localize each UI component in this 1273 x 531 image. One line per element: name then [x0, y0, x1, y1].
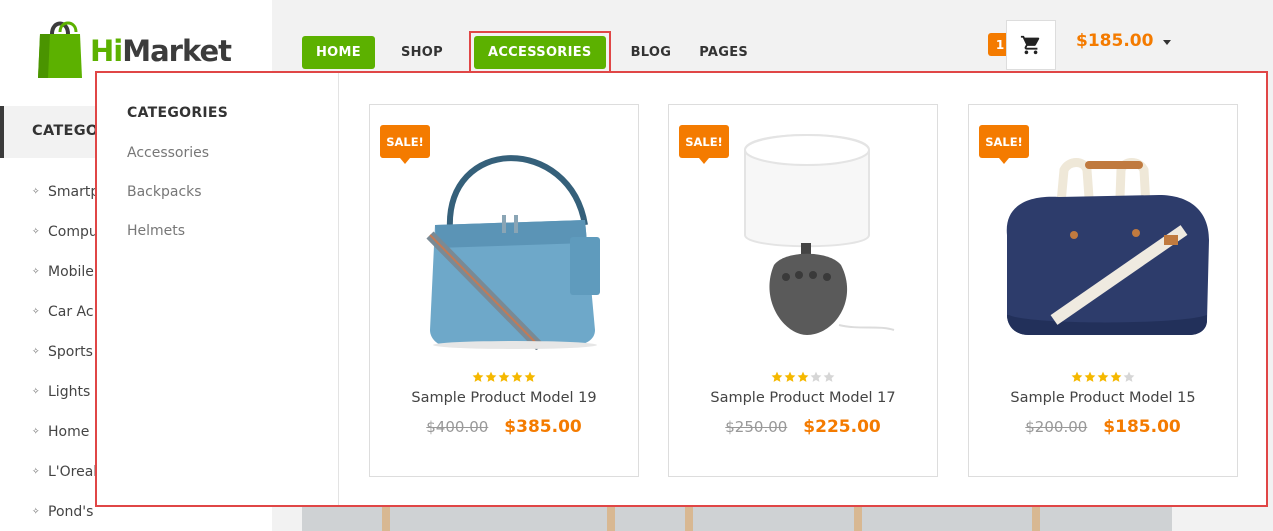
banner-decor — [854, 507, 862, 531]
mega-menu-categories: CATEGORIES Accessories Backpacks Helmets — [97, 73, 339, 505]
categories-header-label: CATEGO — [32, 123, 99, 139]
star-icon — [771, 371, 783, 382]
star-icon — [472, 371, 484, 382]
bullet-icon: ✧ — [32, 507, 40, 517]
banner-decor — [685, 507, 693, 531]
logo-text: HiMarket — [90, 34, 232, 68]
cart-button[interactable] — [1006, 20, 1056, 70]
mega-link-helmets[interactable]: Helmets — [127, 223, 209, 262]
product-card[interactable]: SALE! Sample Product Model 17 $250.00 $2… — [668, 104, 938, 477]
old-price: $200.00 — [1025, 418, 1088, 436]
bullet-icon: ✧ — [32, 307, 40, 317]
nav-accessories-highlight: ACCESSORIES — [468, 31, 611, 73]
bullet-icon: ✧ — [32, 267, 40, 277]
table-lamp-image[interactable] — [689, 125, 919, 350]
product-name[interactable]: Sample Product Model 19 — [370, 390, 638, 406]
product-name[interactable]: Sample Product Model 17 — [669, 390, 937, 406]
chevron-down-icon[interactable] — [1163, 40, 1171, 45]
bullet-icon: ✧ — [32, 347, 40, 357]
bullet-icon: ✧ — [32, 427, 40, 437]
star-icon — [511, 371, 523, 382]
banner-decor — [607, 507, 615, 531]
sale-price: $185.00 — [1103, 417, 1181, 437]
old-price: $400.00 — [426, 418, 489, 436]
mega-link-backpacks[interactable]: Backpacks — [127, 184, 209, 223]
banner-decor — [1032, 507, 1040, 531]
bullet-icon: ✧ — [32, 387, 40, 397]
rating-stars — [370, 371, 638, 383]
star-icon — [797, 371, 809, 382]
accessories-mega-menu: CATEGORIES Accessories Backpacks Helmets… — [95, 71, 1268, 507]
nav-blog[interactable]: BLOG — [629, 36, 674, 69]
product-card[interactable]: SALE! Sample Product Model 19 $400.00 $3… — [369, 104, 639, 477]
star-icon — [810, 371, 822, 382]
nav-shop[interactable]: SHOP — [399, 36, 445, 69]
product-card[interactable]: SALE! Sample Product Model 15 $200.00 $1… — [968, 104, 1238, 477]
star-icon — [524, 371, 536, 382]
nav-home[interactable]: HOME — [302, 35, 375, 69]
star-icon — [1084, 371, 1096, 382]
sale-badge: SALE! — [979, 125, 1029, 164]
star-icon — [784, 371, 796, 382]
sale-price: $385.00 — [504, 417, 582, 437]
bullet-icon: ✧ — [32, 467, 40, 477]
star-icon — [1110, 371, 1122, 382]
hero-banner — [302, 507, 1172, 531]
cart-total[interactable]: $185.00 — [1076, 31, 1153, 51]
mega-menu-title: CATEGORIES — [127, 105, 229, 121]
rating-stars — [969, 371, 1237, 383]
banner-decor — [382, 507, 390, 531]
rating-stars — [669, 371, 937, 383]
blue-handbag-image[interactable] — [390, 125, 620, 350]
product-prices: $400.00 $385.00 — [370, 417, 638, 437]
old-price: $250.00 — [725, 418, 788, 436]
product-name[interactable]: Sample Product Model 15 — [969, 390, 1237, 406]
nav-pages[interactable]: PAGES — [697, 36, 750, 69]
site-logo[interactable]: HiMarket — [36, 16, 232, 78]
bullet-icon: ✧ — [32, 187, 40, 197]
star-icon — [1071, 371, 1083, 382]
sale-badge: SALE! — [380, 125, 430, 164]
star-icon — [498, 371, 510, 382]
nav-accessories[interactable]: ACCESSORIES — [473, 35, 606, 69]
star-icon — [1097, 371, 1109, 382]
main-nav: HOME SHOP ACCESSORIES BLOG PAGES — [302, 31, 774, 73]
mega-menu-links: Accessories Backpacks Helmets — [127, 145, 209, 262]
product-prices: $250.00 $225.00 — [669, 417, 937, 437]
product-prices: $200.00 $185.00 — [969, 417, 1237, 437]
duffel-bag-image[interactable] — [989, 125, 1219, 350]
star-icon — [823, 371, 835, 382]
bullet-icon: ✧ — [32, 227, 40, 237]
mega-link-accessories[interactable]: Accessories — [127, 145, 209, 184]
sidebar-category-item[interactable]: ✧ Pond's — [32, 504, 106, 531]
shopping-bag-icon — [36, 16, 84, 78]
sale-badge: SALE! — [679, 125, 729, 164]
star-icon — [1123, 371, 1135, 382]
cart-icon — [1020, 35, 1040, 55]
sale-price: $225.00 — [803, 417, 881, 437]
star-icon — [485, 371, 497, 382]
